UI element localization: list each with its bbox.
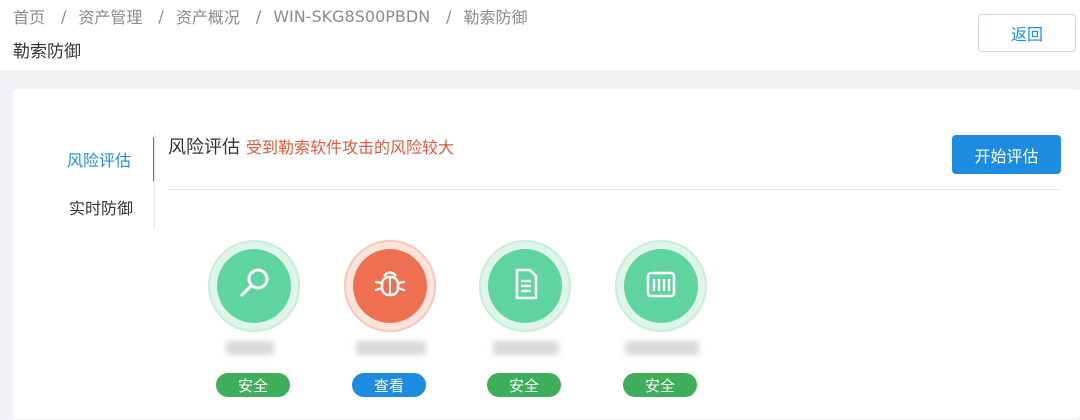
breadcrumb-separator: /	[255, 6, 262, 26]
menu-item-label: 风险评估	[66, 151, 131, 170]
check-item-search: 安全	[208, 240, 304, 420]
section-title: 风险评估	[168, 137, 240, 158]
check-ring	[615, 240, 707, 332]
menu-item-label: 实时防御	[68, 199, 133, 218]
menu-item-risk-assessment[interactable]: 风险评估	[13, 137, 155, 181]
breadcrumb-separator: /	[158, 6, 164, 26]
breadcrumb-asset-overview[interactable]: 资产概况	[176, 4, 240, 28]
view-button[interactable]: 查看	[352, 373, 426, 397]
status-badge: 安全	[623, 373, 697, 397]
risk-message: 受到勒索软件攻击的风险较大	[246, 138, 455, 157]
check-label-redacted	[356, 341, 426, 355]
check-label-redacted	[226, 341, 274, 355]
status-badge: 安全	[487, 373, 561, 397]
check-item-file: 安全	[479, 240, 575, 420]
section-divider	[168, 189, 1061, 190]
breadcrumb: 首页 / 资产管理 / 资产概况 / WIN-SKG8S00PBDN / 勒索防…	[13, 4, 528, 28]
check-disk	[217, 249, 291, 323]
check-label-redacted	[625, 341, 699, 355]
network-port-icon	[641, 264, 681, 308]
check-item-network: 安全	[615, 240, 711, 420]
menu-item-realtime-defense[interactable]: 实时防御	[13, 185, 155, 229]
check-ring	[344, 240, 436, 332]
menu-divider	[154, 134, 155, 229]
breadcrumb-asset-management[interactable]: 资产管理	[78, 4, 142, 28]
content-card: 风险评估 实时防御 风险评估 受到勒索软件攻击的风险较大 开始评估 安全 查看 …	[13, 89, 1080, 419]
top-bar: 首页 / 资产管理 / 资产概况 / WIN-SKG8S00PBDN / 勒索防…	[0, 0, 1080, 70]
status-badge: 安全	[216, 373, 290, 397]
page-title: 勒索防御	[13, 42, 81, 62]
side-menu: 风险评估 实时防御	[13, 129, 155, 229]
check-ring	[208, 240, 300, 332]
breadcrumb-current: 勒索防御	[463, 8, 528, 27]
check-disk	[353, 249, 427, 323]
breadcrumb-separator: /	[61, 6, 67, 26]
file-icon	[505, 264, 545, 308]
check-disk	[488, 249, 562, 323]
bug-icon	[370, 264, 410, 308]
check-item-virus: 查看	[344, 240, 440, 420]
section-header: 风险评估 受到勒索软件攻击的风险较大	[168, 133, 454, 159]
breadcrumb-separator: /	[446, 6, 452, 26]
breadcrumb-home[interactable]: 首页	[13, 4, 45, 28]
search-icon	[234, 264, 274, 308]
check-disk	[624, 249, 698, 323]
breadcrumb-host[interactable]: WIN-SKG8S00PBDN	[273, 7, 430, 26]
check-label-redacted	[493, 341, 559, 355]
start-assessment-button[interactable]: 开始评估	[952, 135, 1061, 174]
check-ring	[479, 240, 571, 332]
back-button[interactable]: 返回	[978, 14, 1076, 52]
